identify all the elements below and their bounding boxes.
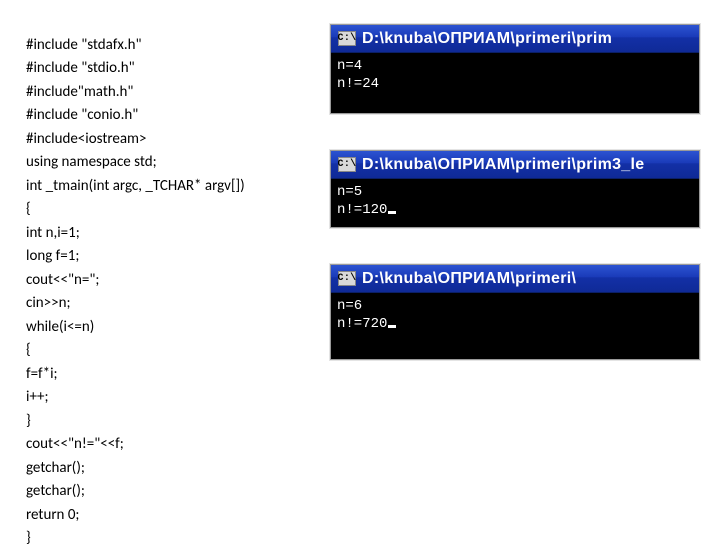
- code-line: #include"math.h": [26, 83, 133, 101]
- code-line: #include "stdafx.h": [26, 36, 142, 54]
- console-windows-group: C:\ D:\knuba\ОПРИАМ\primeri\prim n=4 n!=…: [330, 24, 700, 360]
- output-line: n!=720: [337, 316, 387, 332]
- console-titlebar: C:\ D:\knuba\ОПРИАМ\primeri\prim3_le: [331, 151, 699, 179]
- console-window: C:\ D:\knuba\ОПРИАМ\primeri\ n=6 n!=720: [330, 264, 700, 360]
- code-line: long f=1;: [26, 247, 79, 265]
- code-line: using namespace std;: [26, 153, 157, 171]
- source-code-block: #include "stdafx.h" #include "stdio.h" #…: [26, 10, 306, 551]
- code-line: i++;: [26, 388, 49, 406]
- console-title: D:\knuba\ОПРИАМ\primeri\prim: [362, 30, 612, 48]
- code-line: getchar();: [26, 482, 85, 500]
- code-line: {: [26, 341, 31, 359]
- output-line: n=5: [337, 184, 362, 200]
- code-line: int n,i=1;: [26, 224, 80, 242]
- code-line: return 0;: [26, 506, 79, 524]
- code-line: {: [26, 200, 31, 218]
- code-line: }: [26, 529, 31, 547]
- code-line: cout<<"n!="<<f;: [26, 435, 124, 453]
- output-line: n!=24: [337, 76, 379, 92]
- console-output: n=5 n!=120: [331, 179, 699, 227]
- code-line: int _tmain(int argc, _TCHAR* argv[]): [26, 177, 245, 195]
- output-line: n!=120: [337, 202, 387, 218]
- code-line: f=f*i;: [26, 365, 58, 383]
- cmd-icon: C:\: [338, 157, 356, 172]
- cmd-icon: C:\: [338, 31, 356, 46]
- cursor-icon: [388, 211, 396, 214]
- code-line: getchar();: [26, 459, 85, 477]
- cmd-icon: C:\: [338, 271, 356, 286]
- code-line: }: [26, 412, 31, 430]
- console-title: D:\knuba\ОПРИАМ\primeri\prim3_le: [362, 156, 644, 174]
- console-window: C:\ D:\knuba\ОПРИАМ\primeri\prim n=4 n!=…: [330, 24, 700, 114]
- console-titlebar: C:\ D:\knuba\ОПРИАМ\primeri\: [331, 265, 699, 293]
- code-line: cout<<"n=";: [26, 271, 99, 289]
- code-line: while(i<=n): [26, 318, 94, 336]
- output-line: n=6: [337, 298, 362, 314]
- console-output: n=6 n!=720: [331, 293, 699, 359]
- console-window: C:\ D:\knuba\ОПРИАМ\primeri\prim3_le n=5…: [330, 150, 700, 228]
- code-line: #include "stdio.h": [26, 59, 135, 77]
- console-titlebar: C:\ D:\knuba\ОПРИАМ\primeri\prim: [331, 25, 699, 53]
- console-title: D:\knuba\ОПРИАМ\primeri\: [362, 270, 576, 288]
- cursor-icon: [388, 325, 396, 328]
- console-output: n=4 n!=24: [331, 53, 699, 113]
- code-line: #include<iostream>: [26, 130, 146, 148]
- code-line: cin>>n;: [26, 294, 71, 312]
- code-line: #include "conio.h": [26, 106, 138, 124]
- output-line: n=4: [337, 58, 362, 74]
